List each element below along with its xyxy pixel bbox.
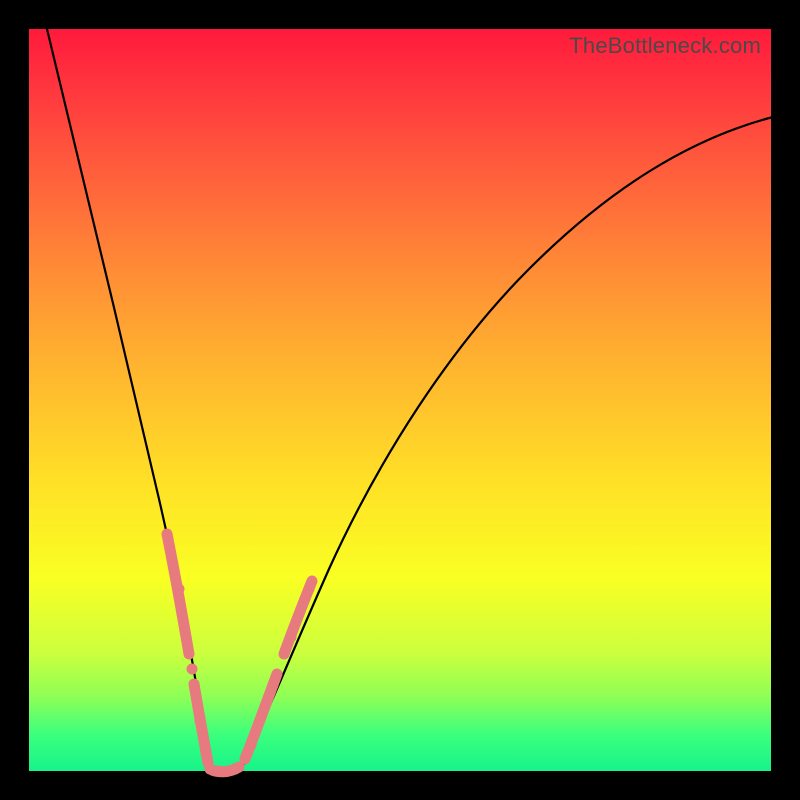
highlight-dot xyxy=(174,584,185,595)
highlight-dot xyxy=(268,680,279,691)
highlight-dot xyxy=(304,584,315,595)
highlight-dot xyxy=(230,764,241,775)
highlight-dot xyxy=(286,632,297,643)
highlight-dot xyxy=(187,664,198,675)
highlight-dot xyxy=(195,716,206,727)
highlight-dot xyxy=(201,748,212,759)
curve-svg xyxy=(29,29,773,773)
highlight-dot xyxy=(246,740,257,751)
outer-frame: TheBottleneck.com xyxy=(0,0,800,800)
plot-area: TheBottleneck.com xyxy=(28,28,772,772)
curve-right-arm xyxy=(243,117,773,765)
highlight-dot xyxy=(214,766,225,777)
